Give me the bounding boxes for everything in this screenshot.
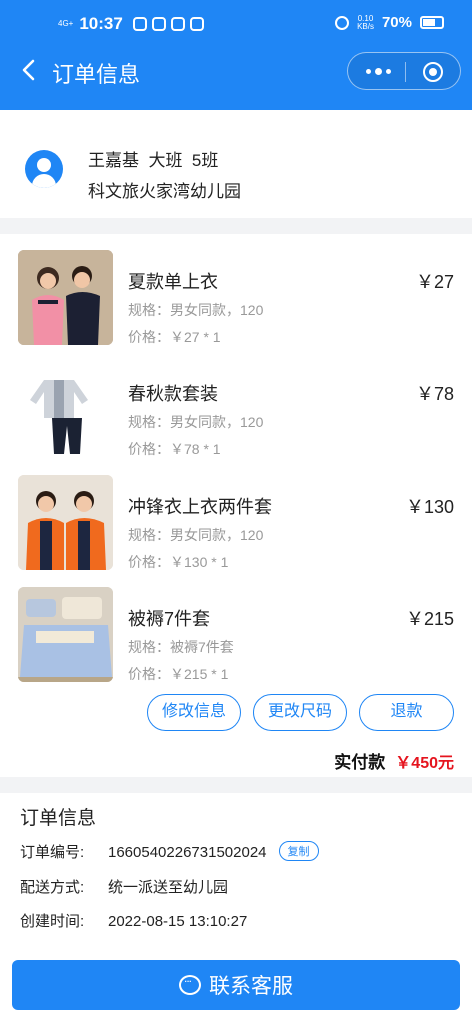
product-image: [18, 362, 113, 457]
status-time: 10:37: [79, 14, 123, 33]
product-image: [18, 587, 113, 682]
section-title: 订单信息: [20, 808, 97, 829]
order-number-row: 订单编号: 1660540226731502024 复制: [20, 841, 319, 862]
total-label: 实付款: [334, 753, 386, 772]
avatar: [25, 150, 63, 188]
close-program-icon[interactable]: [423, 62, 443, 82]
battery-percent: 70%: [381, 14, 412, 31]
battery-icon: [420, 16, 444, 29]
item-unit-price: 价格：￥130 * 1: [128, 554, 229, 570]
item-price: ￥78: [415, 384, 454, 404]
contact-service-label: 联系客服: [209, 975, 293, 998]
shield-icon: [170, 17, 185, 31]
school-name: 科文旅火家湾幼儿园: [88, 182, 241, 201]
created-row: 创建时间: 2022-08-15 13:10:27: [20, 910, 247, 931]
refund-button[interactable]: 退款: [359, 694, 454, 731]
nav-bar: 订单信息: [0, 50, 472, 92]
mini-program-capsule: [347, 52, 461, 90]
item-price: ￥215: [405, 609, 454, 629]
created-label: 创建时间:: [20, 913, 85, 930]
copy-button[interactable]: 复制: [278, 841, 319, 861]
item-name: 冲锋衣上衣两件套: [128, 497, 272, 517]
item-spec: 规格：男女同款，120: [128, 414, 264, 430]
product-image: [18, 475, 113, 570]
app-icon: [151, 17, 166, 31]
delivery-row: 配送方式: 统一派送至幼儿园: [20, 876, 228, 897]
item-spec: 规格：男女同款，120: [128, 527, 264, 543]
order-number-label: 订单编号:: [20, 844, 85, 861]
network-indicator: 4G+: [58, 19, 74, 28]
change-size-button[interactable]: 更改尺码: [253, 694, 347, 731]
item-spec: 规格：被褥7件套: [128, 639, 234, 655]
total-amount: ￥450元: [395, 755, 454, 772]
delivery-method: 统一派送至幼儿园: [108, 879, 229, 896]
more-icon[interactable]: [366, 68, 391, 75]
order-total: 实付款 ￥450元: [334, 748, 454, 773]
order-items: 夏款单上衣 规格：男女同款，120 价格：￥27 * 1 ￥27 春秋款套装 规…: [0, 234, 472, 777]
item-unit-price: 价格：￥215 * 1: [128, 666, 229, 682]
item-price: ￥27: [415, 272, 454, 292]
item-name: 春秋款套装: [128, 384, 218, 404]
product-image: [18, 250, 113, 345]
list-item[interactable]: 夏款单上衣 规格：男女同款，120 价格：￥27 * 1 ￥27: [0, 250, 472, 350]
alarm-icon: [335, 15, 350, 30]
list-item[interactable]: 春秋款套装 规格：男女同款，120 价格：￥78 * 1 ￥78: [0, 362, 472, 462]
order-actions: 修改信息 更改尺码 退款: [0, 694, 472, 732]
wechat-icon: [132, 17, 147, 31]
pay-icon: [189, 17, 204, 31]
top-bar: 4G+ 10:37 0.10 KB/s 70% 订单信息: [0, 0, 472, 110]
back-arrow-icon[interactable]: [16, 56, 44, 84]
network-speed: 0.10 KB/s: [357, 13, 374, 31]
status-bar: 4G+ 10:37 0.10 KB/s 70%: [0, 12, 472, 40]
item-price: ￥130: [405, 497, 454, 517]
list-item[interactable]: 冲锋衣上衣两件套 规格：男女同款，120 价格：￥130 * 1 ￥130: [0, 475, 472, 575]
modify-info-button[interactable]: 修改信息: [147, 694, 241, 731]
delivery-label: 配送方式:: [20, 879, 85, 896]
student-info: 王嘉基 大班 5班: [88, 151, 219, 170]
order-number: 1660540226731502024: [108, 844, 267, 861]
page-title: 订单信息: [52, 62, 141, 87]
created-time: 2022-08-15 13:10:27: [108, 913, 248, 930]
item-name: 被褥7件套: [128, 609, 211, 629]
student-card: 王嘉基 大班 5班 科文旅火家湾幼儿园: [0, 110, 472, 218]
chat-icon: [179, 971, 201, 995]
item-unit-price: 价格：￥78 * 1: [128, 441, 221, 457]
contact-service-button[interactable]: 联系客服: [12, 960, 460, 1010]
list-item[interactable]: 被褥7件套 规格：被褥7件套 价格：￥215 * 1 ￥215: [0, 587, 472, 687]
item-name: 夏款单上衣: [128, 272, 218, 292]
item-spec: 规格：男女同款，120: [128, 302, 264, 318]
item-unit-price: 价格：￥27 * 1: [128, 329, 221, 345]
